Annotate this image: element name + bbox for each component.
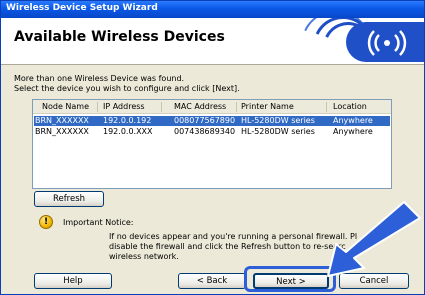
column-header-printer-name[interactable]: Printer Name bbox=[241, 102, 294, 111]
device-mac-address: 007438689340 bbox=[174, 127, 236, 136]
column-divider[interactable] bbox=[326, 102, 327, 112]
back-button[interactable]: < Back bbox=[178, 273, 246, 289]
exclamation-icon: ! bbox=[39, 215, 53, 229]
device-node-name: BRN_XXXXXX bbox=[35, 116, 89, 125]
window-title: Wireless Device Setup Wizard bbox=[6, 3, 158, 13]
column-divider[interactable] bbox=[161, 102, 162, 112]
refresh-button[interactable]: Refresh bbox=[34, 191, 104, 207]
device-ip-address: 192.0.0.XXX bbox=[103, 127, 153, 136]
column-header-ip-address[interactable]: IP Address bbox=[103, 102, 145, 111]
wireless-signal-icon bbox=[367, 25, 407, 59]
instructions: More than one Wireless Device was found.… bbox=[14, 74, 240, 94]
instructions-line-1: More than one Wireless Device was found. bbox=[14, 74, 185, 83]
device-ip-address: 192.0.0.192 bbox=[103, 116, 152, 125]
column-header-location[interactable]: Location bbox=[333, 102, 367, 111]
instructions-line-2: Select the device you wish to configure … bbox=[14, 84, 240, 93]
column-divider[interactable] bbox=[97, 102, 98, 112]
device-list[interactable]: Node Name IP Address MAC Address Printer… bbox=[32, 99, 392, 189]
column-header-node-name[interactable]: Node Name bbox=[42, 102, 89, 111]
device-list-header: Node Name IP Address MAC Address Printer… bbox=[33, 100, 391, 114]
device-row[interactable]: BRN_XXXXXX 192.0.0.XXX 007438689340 HL-5… bbox=[34, 127, 390, 137]
device-location: Anywhere bbox=[333, 116, 373, 125]
device-node-name: BRN_XXXXXX bbox=[35, 127, 89, 136]
wizard-header: Available Wireless Devices bbox=[1, 18, 424, 65]
device-printer-name: HL-5280DW series bbox=[241, 116, 315, 125]
device-printer-name: HL-5280DW series bbox=[241, 127, 315, 136]
pointer-arrow-icon bbox=[327, 201, 421, 277]
device-row[interactable]: BRN_XXXXXX 192.0.0.192 008077567890 HL-5… bbox=[34, 116, 390, 126]
column-divider[interactable] bbox=[236, 102, 237, 112]
column-header-mac-address[interactable]: MAC Address bbox=[174, 102, 226, 111]
device-location: Anywhere bbox=[333, 127, 373, 136]
page-title: Available Wireless Devices bbox=[14, 29, 225, 45]
help-button[interactable]: Help bbox=[34, 273, 112, 289]
device-mac-address: 008077567890 bbox=[174, 116, 236, 125]
notice-title: Important Notice: bbox=[63, 218, 134, 227]
title-bar[interactable]: Wireless Device Setup Wizard bbox=[1, 1, 424, 18]
